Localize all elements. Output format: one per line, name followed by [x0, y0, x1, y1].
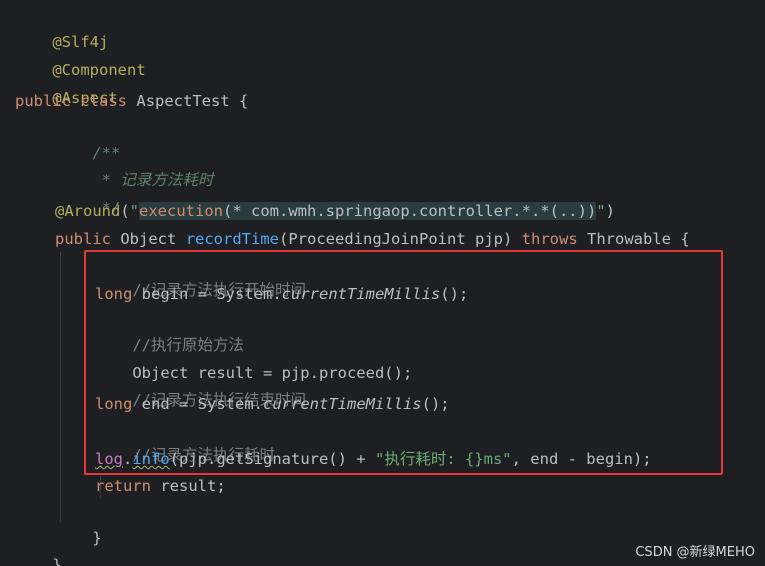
class-name: AspectTest { [136, 92, 249, 110]
execution-pattern: (* com.wmh.springaop.controller.*.*(..)) [223, 202, 597, 220]
method-close-brace: } [92, 529, 102, 547]
paren-close: ) [605, 202, 615, 220]
code-line-20: } [15, 529, 61, 566]
watermark: CSDN @新绿MEHO [635, 545, 755, 560]
keyword-return: return [95, 477, 151, 495]
code-line-5: /** [55, 117, 120, 162]
code-line-6: * 记录方法耗时 [55, 144, 214, 189]
keyword-public: public [15, 92, 71, 110]
annotation-around: @Around [55, 202, 121, 220]
code-editor[interactable]: @Slf4j @Component @Aspect public class A… [0, 0, 765, 566]
keyword-throws: throws [521, 230, 578, 248]
code-line-18: return result; [95, 474, 226, 498]
execution-designator: execution [139, 202, 224, 220]
pointcut-expression: execution(* com.wmh.springaop.controller… [139, 202, 597, 220]
throws-type: Throwable { [587, 230, 690, 248]
code-line-3: @Aspect [15, 62, 117, 107]
code-line-9: public Object recordTime(ProceedingJoinP… [55, 227, 690, 251]
code-line-1: @Slf4j [15, 6, 108, 51]
keyword-public: public [55, 230, 111, 248]
string-quote-close: " [596, 202, 606, 220]
code-line-2: @Component [15, 34, 145, 79]
code-line-8: @Around("execution(* com.wmh.springaop.c… [55, 199, 615, 223]
return-value: result; [160, 477, 226, 495]
method-params: (ProceedingJoinPoint pjp) [279, 230, 513, 248]
paren-open: ( [120, 202, 130, 220]
highlight-box [84, 250, 723, 475]
class-close-brace: } [52, 556, 62, 566]
code-line-19: } [55, 502, 101, 547]
code-line-4: public class AspectTest { [15, 89, 248, 113]
method-name-recordtime: recordTime [185, 230, 280, 248]
indent-guide [60, 252, 61, 522]
return-type: Object [120, 230, 177, 248]
keyword-class: class [80, 92, 128, 110]
string-quote-open: " [129, 202, 140, 220]
code-line-7: */ [55, 172, 121, 217]
